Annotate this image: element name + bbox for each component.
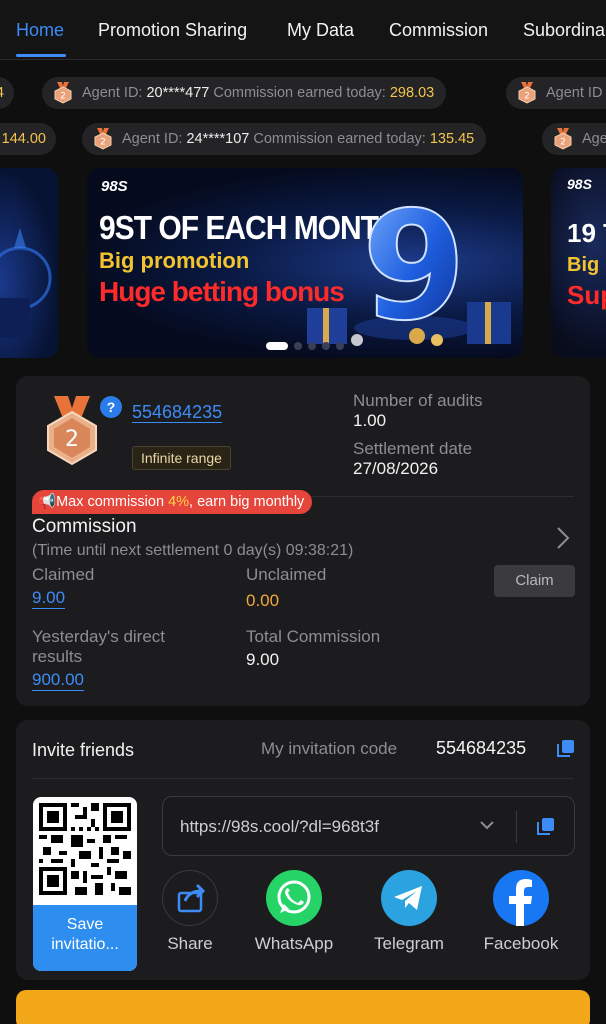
divider [516,811,517,843]
ticker-pill-partial: 144.00 [0,123,56,155]
next-settlement-countdown: (Time until next settlement 0 day(s) 09:… [32,542,354,559]
range-badge: Infinite range [132,446,231,470]
copy-icon[interactable] [556,738,576,758]
carousel-dot-active[interactable] [266,342,288,350]
commission-ticker-row: 144.00 2 Agent ID: 24****107 Commission … [0,123,606,157]
copy-link-icon[interactable] [536,816,556,836]
total-commission-label: Total Commission [246,627,381,646]
top-tab-bar: Home Promotion Sharing My Data Commissio… [0,0,606,60]
settlement-date-value: 27/08/2026 [353,459,439,478]
carousel-dot[interactable] [294,342,302,350]
megaphone-icon: 📢 [38,494,57,510]
telegram-icon [381,870,437,926]
qr-code-image [39,803,131,895]
invite-friends-card: Invite friends My invitation code 554684… [16,720,590,980]
save-invitation-button[interactable]: Save invitatio... [33,905,137,971]
audits-label: Number of audits [353,391,483,410]
tab-commission[interactable]: Commission [389,20,488,41]
svg-text:2: 2 [560,138,566,148]
total-commission-value: 9.00 [246,650,280,669]
tab-my-data[interactable]: My Data [287,20,354,41]
banner-slide-active[interactable]: 98S 9ST OF EACH MONTH Big promotion Huge… [87,168,523,358]
facebook-icon [493,870,549,926]
promo-carousel[interactable]: 98S 9ST OF EACH MONTH Big promotion Huge… [0,168,606,358]
banner-art [0,228,52,338]
banner-brand-logo: 98S [101,178,128,195]
agent-id-link[interactable]: 554684235 [132,402,223,423]
yesterday-results-label-2: results [32,647,83,666]
banner-slide-previous[interactable] [0,168,58,358]
banner-subheadline: Big promotion [99,248,250,273]
share-icon [162,870,218,926]
max-commission-badge: 📢Max commission 4%, earn big monthly [32,490,313,514]
svg-text:2: 2 [65,427,79,452]
yesterday-results-link[interactable]: 900.00 [32,670,84,691]
share-button[interactable]: Share [140,870,240,954]
svg-text:2: 2 [60,92,66,102]
invitation-code: 554684235 [436,738,527,758]
active-tab-indicator [16,54,66,57]
share-whatsapp-button[interactable]: WhatsApp [244,870,344,954]
ticker-pill: 2 Agent ID [506,77,606,109]
ticker-pill: 2 Agent ID: 20****477 Commission earned … [42,77,447,109]
claimed-label: Claimed [32,565,95,584]
ticker-pill: 2 Age [542,123,606,155]
svg-text:2: 2 [524,92,530,102]
help-icon[interactable]: ? [100,396,122,418]
claim-button[interactable]: Claim [494,565,575,597]
share-telegram-button[interactable]: Telegram [359,870,459,954]
svg-text:2: 2 [100,138,106,148]
settlement-date-label: Settlement date [353,439,473,458]
commission-title: Commission [32,516,137,537]
carousel-pagination [87,342,523,350]
claimed-value-link[interactable]: 9.00 [32,588,66,609]
commission-ticker-row: 4 2 Agent ID: 20****477 Commission earne… [0,77,606,111]
medal-icon: 2 [54,82,72,104]
medal-icon: 2 [554,128,572,150]
banner-gifts-art [307,302,511,346]
carousel-dot[interactable] [308,342,316,350]
whatsapp-icon [266,870,322,926]
bottom-promo-strip[interactable] [16,990,590,1024]
tab-subordinates[interactable]: Subordina [523,20,605,41]
invite-link-field[interactable]: https://98s.cool/?dl=968t3f [162,796,575,856]
audits-value: 1.00 [353,411,387,430]
invite-link-text: https://98s.cool/?dl=968t3f [180,817,379,836]
unclaimed-label: Unclaimed [246,565,327,584]
invitation-code-label: My invitation code [261,739,398,758]
divider [32,778,574,779]
yesterday-results-label: Yesterday's direct [32,627,166,646]
level-medal-icon: 2 [47,396,97,466]
ticker-pill-partial: 4 [0,77,14,109]
carousel-dot[interactable] [336,342,344,350]
tab-home[interactable]: Home [16,20,64,41]
tab-promotion-sharing[interactable]: Promotion Sharing [98,20,247,41]
chevron-down-icon[interactable] [479,819,495,831]
ticker-pill: 2 Agent ID: 24****107 Commission earned … [82,123,487,155]
medal-icon: 2 [94,128,112,150]
invite-title: Invite friends [32,740,135,760]
commission-summary-card: 2 ? 554684235 Infinite range Number of a… [16,376,590,706]
banner-brand-logo: 98S [567,176,592,192]
share-facebook-button[interactable]: Facebook [471,870,571,954]
carousel-dot[interactable] [322,342,330,350]
qr-card: Save invitatio... [33,797,137,971]
banner-slide-next[interactable]: 98S 19 T Big p Sup [551,168,606,358]
medal-icon: 2 [518,82,536,104]
chevron-right-icon[interactable] [556,526,570,550]
unclaimed-value: 0.00 [246,591,280,610]
